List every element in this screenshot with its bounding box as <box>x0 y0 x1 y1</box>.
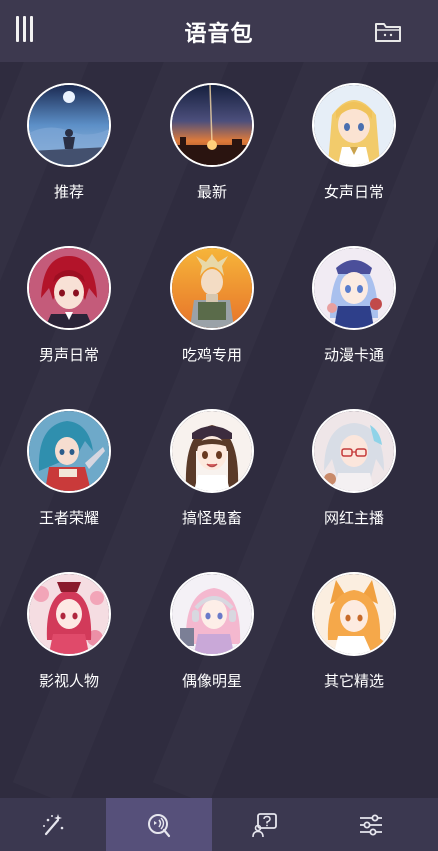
category-label: 动漫卡通 <box>323 346 384 364</box>
category-label: 最新 <box>196 183 227 201</box>
category-label: 男声日常 <box>38 346 99 364</box>
category-male-daily[interactable]: 男声日常 <box>6 246 136 396</box>
blue-hair-warrior-avatar <box>27 409 111 493</box>
category-latest[interactable]: 最新 <box>149 83 279 233</box>
tab-magic[interactable] <box>0 798 106 851</box>
bottom-tab-bar <box>0 798 438 851</box>
settings-sliders-icon <box>360 814 382 835</box>
category-label: 吃鸡专用 <box>181 346 242 364</box>
fox-ear-girl-avatar <box>312 572 396 656</box>
voice-pack-icon <box>148 813 171 837</box>
blonde-girl-avatar <box>312 83 396 167</box>
category-label: 偶像明星 <box>181 672 242 690</box>
blue-hair-girl-avatar <box>312 246 396 330</box>
brown-hair-girl-avatar <box>170 409 254 493</box>
category-label: 搞怪鬼畜 <box>181 509 242 527</box>
category-recommended[interactable]: 推荐 <box>6 83 136 233</box>
category-influencer[interactable]: 网红主播 <box>291 409 421 559</box>
category-funny[interactable]: 搞怪鬼畜 <box>149 409 279 559</box>
sunset-sky-anime-avatar <box>170 83 254 167</box>
flower-girl-avatar <box>27 572 111 656</box>
night-sky-anime-avatar <box>27 83 111 167</box>
category-pubg[interactable]: 吃鸡专用 <box>149 246 279 396</box>
tab-voice-pack[interactable] <box>106 798 212 851</box>
pubg-character-avatar <box>170 246 254 330</box>
category-film-tv[interactable]: 影视人物 <box>6 572 136 722</box>
category-anime-cartoon[interactable]: 动漫卡通 <box>291 246 421 396</box>
category-female-daily[interactable]: 女声日常 <box>291 83 421 233</box>
category-label: 网红主播 <box>323 509 384 527</box>
pink-hair-headphones-girl-avatar <box>170 572 254 656</box>
top-bar: 语音包 <box>0 0 438 62</box>
category-honor-of-kings[interactable]: 王者荣耀 <box>6 409 136 559</box>
category-label: 其它精选 <box>323 672 384 690</box>
category-label: 影视人物 <box>38 672 99 690</box>
category-idol-star[interactable]: 偶像明星 <box>149 572 279 722</box>
tab-help[interactable] <box>212 798 318 851</box>
tab-settings[interactable] <box>318 798 424 851</box>
magic-wand-icon <box>43 813 64 835</box>
help-icon <box>252 812 277 837</box>
folder-icon[interactable] <box>374 19 402 43</box>
category-label: 推荐 <box>53 183 84 201</box>
category-label: 女声日常 <box>323 183 384 201</box>
red-hair-boy-avatar <box>27 246 111 330</box>
page-title: 语音包 <box>184 22 254 47</box>
category-others[interactable]: 其它精选 <box>291 572 421 722</box>
silver-hair-glasses-girl-avatar <box>312 409 396 493</box>
category-label: 王者荣耀 <box>38 509 99 527</box>
